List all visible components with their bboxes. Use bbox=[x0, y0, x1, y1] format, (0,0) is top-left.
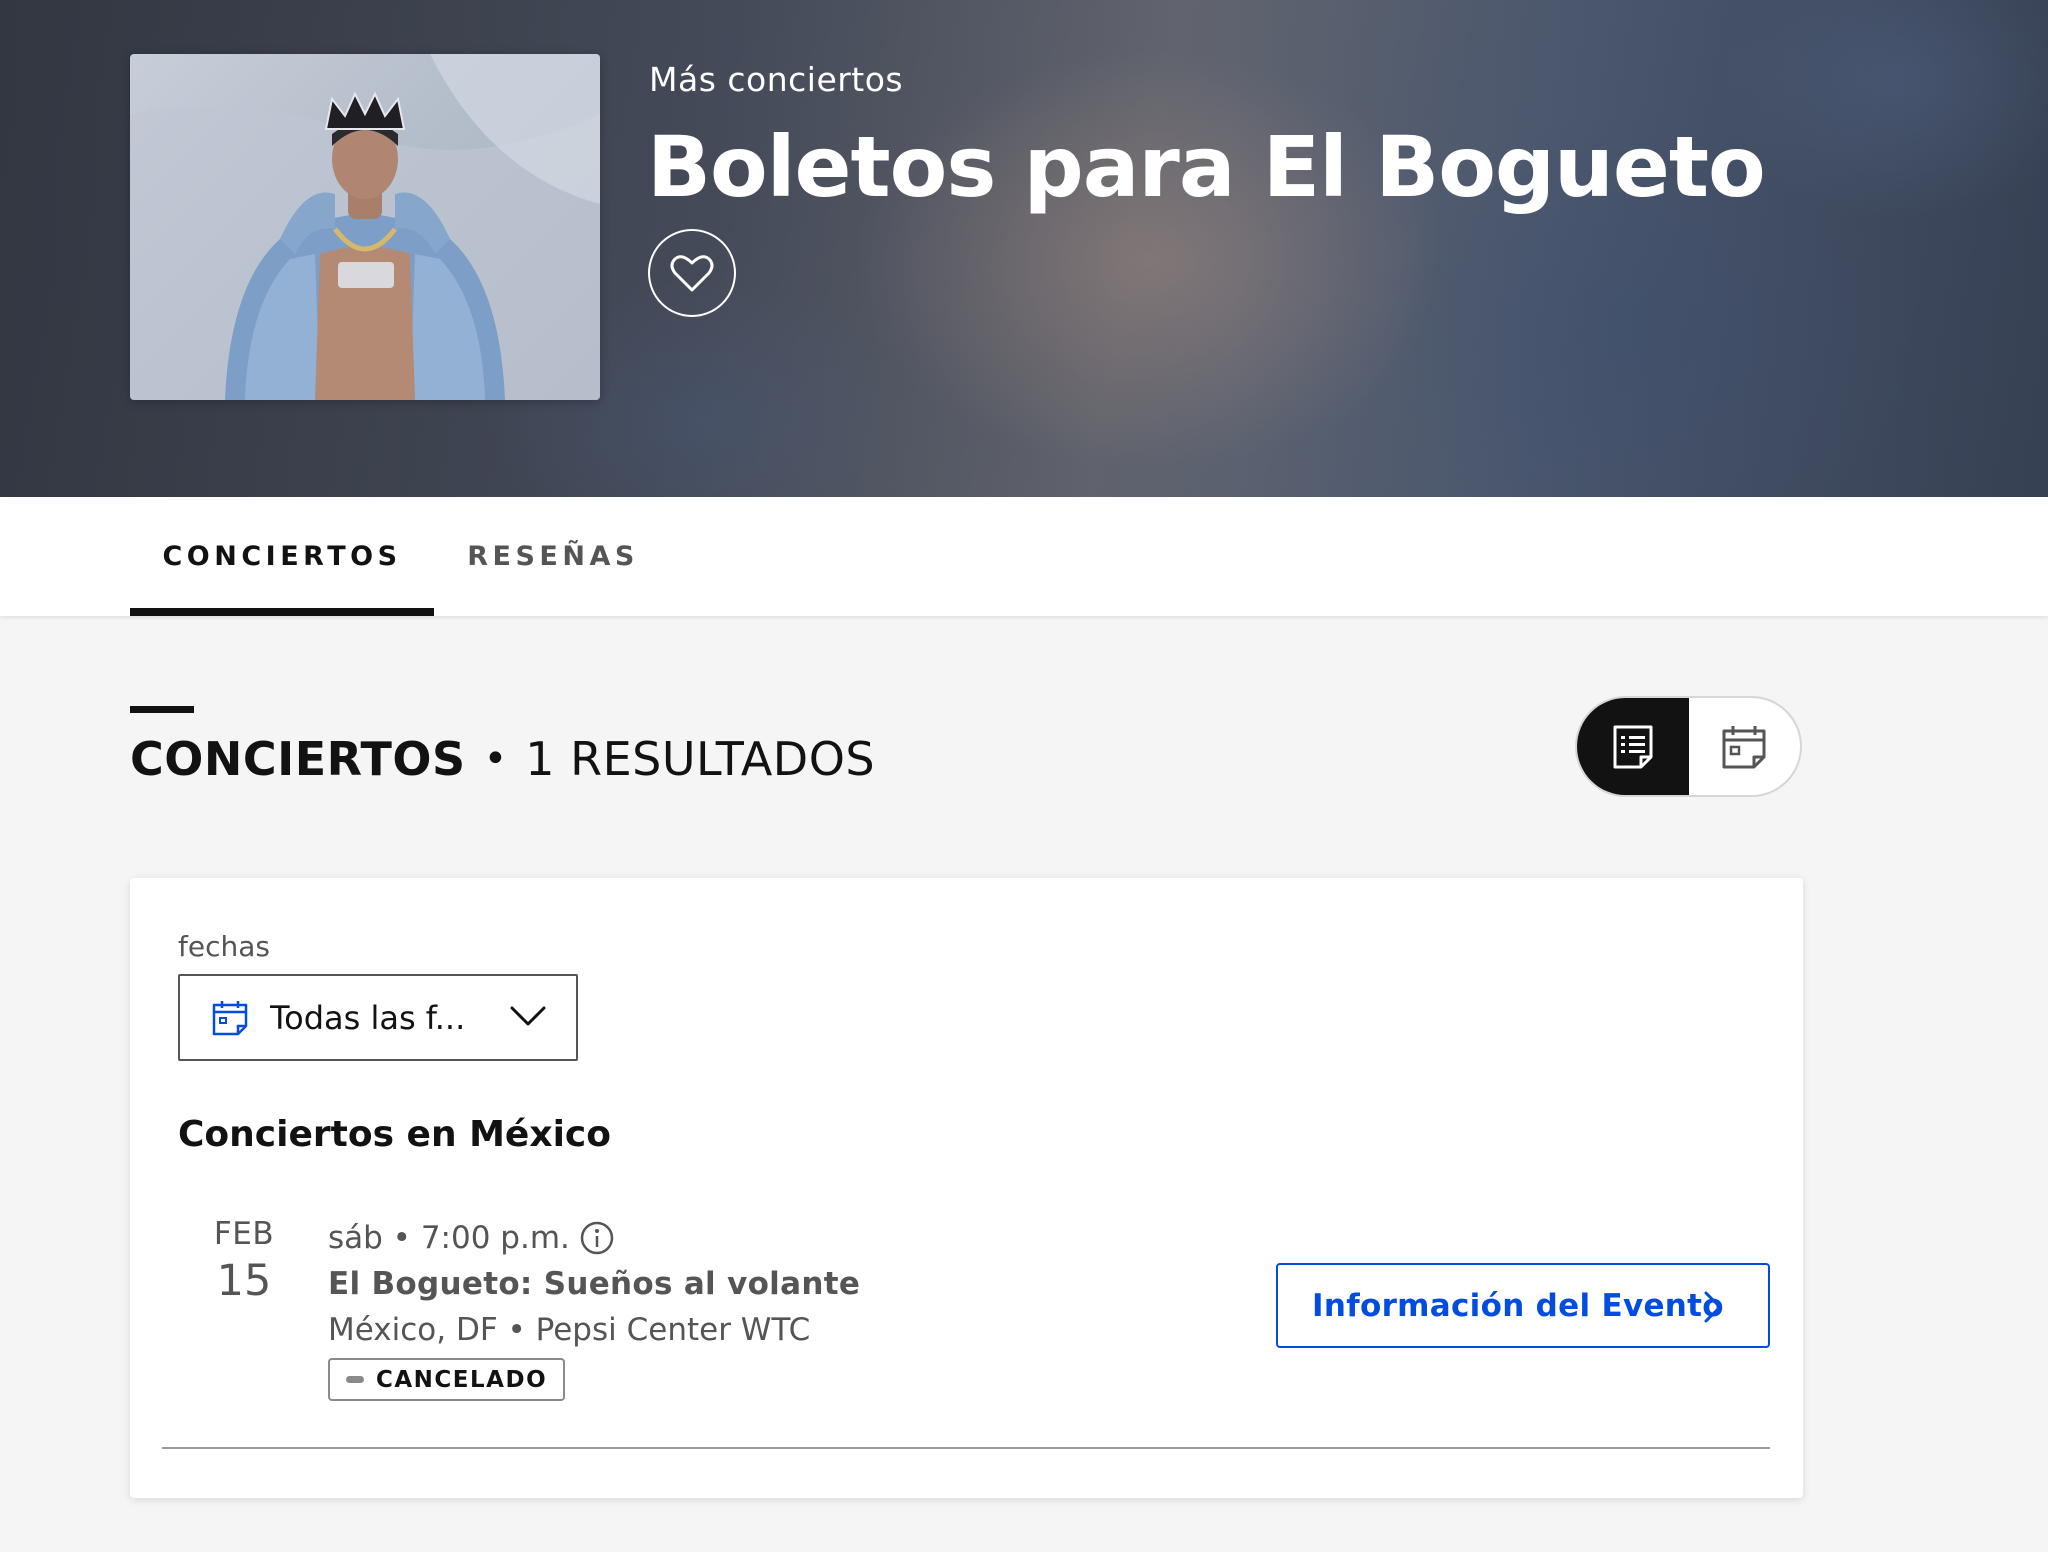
list-divider bbox=[162, 1447, 1770, 1449]
tab-bar: CONCIERTOS RESEÑAS bbox=[0, 497, 2048, 616]
tab-conciertos[interactable]: CONCIERTOS bbox=[130, 497, 434, 616]
section-separator: • bbox=[483, 736, 508, 782]
event-time: sáb • 7:00 p.m. bbox=[328, 1220, 570, 1256]
favorite-button[interactable] bbox=[648, 229, 736, 317]
section-accent-bar bbox=[130, 706, 194, 713]
info-icon[interactable] bbox=[580, 1221, 614, 1255]
dates-dropdown-value: Todas las f... bbox=[270, 998, 466, 1037]
event-info-button-label: Información del Evento bbox=[1312, 1287, 1724, 1324]
event-name: El Bogueto: Sueños al volante bbox=[328, 1266, 861, 1302]
event-month: FEB bbox=[213, 1216, 275, 1252]
section-header: CONCIERTOS • 1 RESULTADOS bbox=[130, 732, 875, 786]
event-time-row: sáb • 7:00 p.m. bbox=[328, 1220, 614, 1256]
chevron-right-icon bbox=[1704, 1291, 1722, 1323]
artist-hero: Más conciertos Boletos para El Bogueto bbox=[0, 0, 2048, 497]
list-view-icon bbox=[1613, 725, 1653, 768]
artist-photo-illustration bbox=[130, 54, 600, 400]
view-mode-toggle bbox=[1575, 696, 1802, 797]
event-day: 15 bbox=[216, 1256, 272, 1306]
events-card: fechas Todas las f... Conciertos en Méxi… bbox=[130, 878, 1803, 1498]
more-concerts-link[interactable]: Más conciertos bbox=[649, 60, 903, 99]
country-heading: Conciertos en México bbox=[178, 1114, 611, 1155]
results-count: 1 RESULTADOS bbox=[525, 732, 876, 786]
heart-icon bbox=[670, 255, 714, 292]
dates-filter-label: fechas bbox=[178, 930, 270, 963]
section-title: CONCIERTOS bbox=[130, 732, 466, 786]
page-title: Boletos para El Bogueto bbox=[647, 118, 1766, 216]
event-venue: México, DF • Pepsi Center WTC bbox=[328, 1312, 811, 1348]
calendar-icon bbox=[212, 1000, 248, 1035]
event-list-item: FEB 15 sáb • 7:00 p.m. El Bogueto: Sueño… bbox=[130, 1208, 1803, 1453]
artist-photo bbox=[130, 54, 600, 400]
list-view-button[interactable] bbox=[1577, 698, 1689, 795]
chevron-down-icon bbox=[510, 1006, 546, 1026]
dates-dropdown[interactable]: Todas las f... bbox=[178, 974, 578, 1061]
status-badge-label: CANCELADO bbox=[376, 1366, 548, 1393]
event-info-button[interactable]: Información del Evento bbox=[1276, 1263, 1770, 1348]
status-dash-icon bbox=[346, 1376, 364, 1383]
calendar-view-button[interactable] bbox=[1689, 698, 1801, 795]
calendar-view-icon bbox=[1722, 725, 1766, 768]
status-badge: CANCELADO bbox=[328, 1358, 566, 1401]
tab-resenas[interactable]: RESEÑAS bbox=[467, 497, 636, 616]
